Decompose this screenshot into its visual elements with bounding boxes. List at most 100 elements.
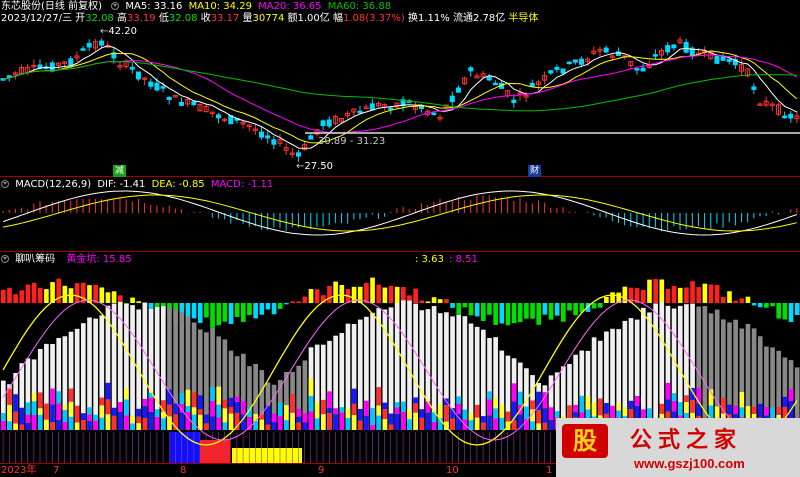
chip-stack-seg — [413, 397, 418, 404]
chip-top-bar — [314, 289, 320, 303]
chip-stack-seg — [401, 401, 406, 412]
chip-bottom-bar — [210, 303, 215, 328]
chip-stack-seg — [585, 395, 591, 410]
stock-chart[interactable] — [0, 0, 800, 477]
chip-stack-seg — [204, 414, 209, 424]
chip-top-bar — [437, 299, 443, 303]
chip-stack-seg — [604, 402, 609, 414]
chip-stack-seg — [536, 423, 542, 430]
stock-name[interactable]: 东芯股份(日线 前复权) — [1, 1, 102, 12]
chip-stack-seg — [68, 401, 74, 417]
chip-top-bar — [425, 301, 431, 303]
chip-top-bar — [1, 289, 6, 303]
chip-stack-col — [481, 329, 486, 430]
chip-stack-seg — [394, 413, 400, 430]
chip-stack-seg — [481, 416, 486, 423]
chip-top-bar — [714, 284, 720, 303]
chip-stack-seg — [776, 407, 782, 415]
chip-stack-seg — [167, 404, 172, 417]
chip-stack-seg — [87, 407, 92, 415]
chip-stack-seg — [333, 408, 338, 415]
macd-title[interactable]: MACD(12,26,9) — [15, 179, 91, 190]
chip-stack-seg — [351, 403, 357, 416]
tag-finance: 财 — [528, 165, 542, 177]
chip-top-bar — [111, 291, 117, 303]
chip-stack-seg — [105, 414, 111, 430]
low-mark-label: ←27.50 — [296, 161, 334, 172]
float-cap-value: 流通2.78亿 — [452, 13, 506, 24]
candle-body — [49, 62, 55, 72]
chip-stack-seg — [296, 416, 302, 423]
chip-stack-seg — [222, 408, 228, 423]
chip-bottom-bar — [788, 303, 794, 322]
chip-stack-seg — [327, 413, 332, 430]
open-label: 开 — [75, 13, 86, 24]
chip-bottom-bar — [511, 303, 517, 324]
chip-stack-seg — [684, 402, 689, 413]
chip-stack-seg — [179, 412, 185, 430]
chip-stack-seg — [394, 407, 400, 414]
quote-info-row: 2023/12/27/三 开32.08 高33.19 低32.08 收33.17… — [1, 13, 538, 25]
chip-stack-seg — [530, 400, 535, 410]
chip-bottom-bar — [567, 303, 572, 311]
macd-settings-icon[interactable] — [1, 180, 9, 188]
chip-stack-seg — [216, 417, 222, 430]
chip-bottom-bar — [247, 303, 252, 315]
chip-stack-seg — [271, 422, 277, 430]
chip-settings-icon[interactable] — [1, 255, 9, 263]
candle-body — [652, 54, 658, 57]
chip-stack-seg — [130, 415, 135, 424]
volume-value: 30774 — [252, 13, 285, 24]
chip-stack-seg — [31, 415, 37, 430]
range-label: 30.89 - 31.23 — [318, 136, 386, 147]
chip-block-yellow — [232, 448, 302, 463]
industry-value[interactable]: 半导体 — [508, 13, 538, 24]
chip-top-bar — [745, 296, 751, 303]
chip-bottom-bar — [271, 303, 277, 315]
chip-top-bar — [37, 287, 43, 303]
chip-stack-seg — [204, 423, 209, 430]
candle-body — [160, 86, 166, 89]
chip-stack-col — [93, 318, 98, 430]
candle-body — [671, 44, 677, 49]
chip-stack-seg — [757, 403, 763, 418]
chip-top-bar — [702, 283, 708, 303]
candle-body — [572, 59, 578, 63]
chip-bottom-bar — [265, 303, 271, 310]
chip-stack-seg — [690, 400, 695, 413]
chip-stack-seg — [124, 399, 129, 416]
chip-stack-seg — [407, 409, 412, 420]
chip-top-bar — [19, 290, 25, 303]
chip-stack-seg — [413, 412, 418, 430]
chip-top-bar — [419, 300, 425, 303]
macd-dea: DEA: -0.85 — [151, 179, 205, 190]
chip-stack-seg — [505, 411, 511, 422]
chip-stack-seg — [210, 416, 215, 430]
chip-stack-seg — [468, 413, 474, 421]
candle-body — [720, 56, 726, 61]
chip-stack-seg — [93, 414, 98, 421]
chip-stack-seg — [25, 422, 31, 430]
candle-body — [511, 99, 517, 104]
chip-stack-seg — [296, 422, 302, 430]
chip-stack-seg — [19, 424, 25, 430]
chip-stack-seg — [764, 406, 769, 416]
chip-stack-seg — [142, 398, 148, 406]
chip-stack-seg — [142, 418, 148, 430]
chip-value-2: : 8.51 — [449, 254, 478, 265]
chip-bottom-bar — [259, 303, 265, 315]
chip-bottom-bar — [499, 303, 505, 324]
chip-bottom-bar — [548, 303, 554, 320]
chip-bottom-bar — [751, 303, 757, 306]
chip-stack-seg — [259, 419, 265, 430]
chip-stack-seg — [296, 408, 302, 417]
chip-title[interactable]: 聊叭筹码 — [15, 254, 55, 265]
chip-stack-seg — [44, 419, 49, 430]
chip-stack-seg — [1, 420, 6, 430]
chip-stack-seg — [431, 421, 437, 430]
chip-top-bar — [382, 287, 388, 303]
chip-stack-seg — [407, 419, 412, 430]
chip-stack-seg — [31, 401, 37, 416]
dropdown-circle-icon[interactable] — [111, 2, 120, 10]
chip-stack-seg — [1, 412, 6, 421]
